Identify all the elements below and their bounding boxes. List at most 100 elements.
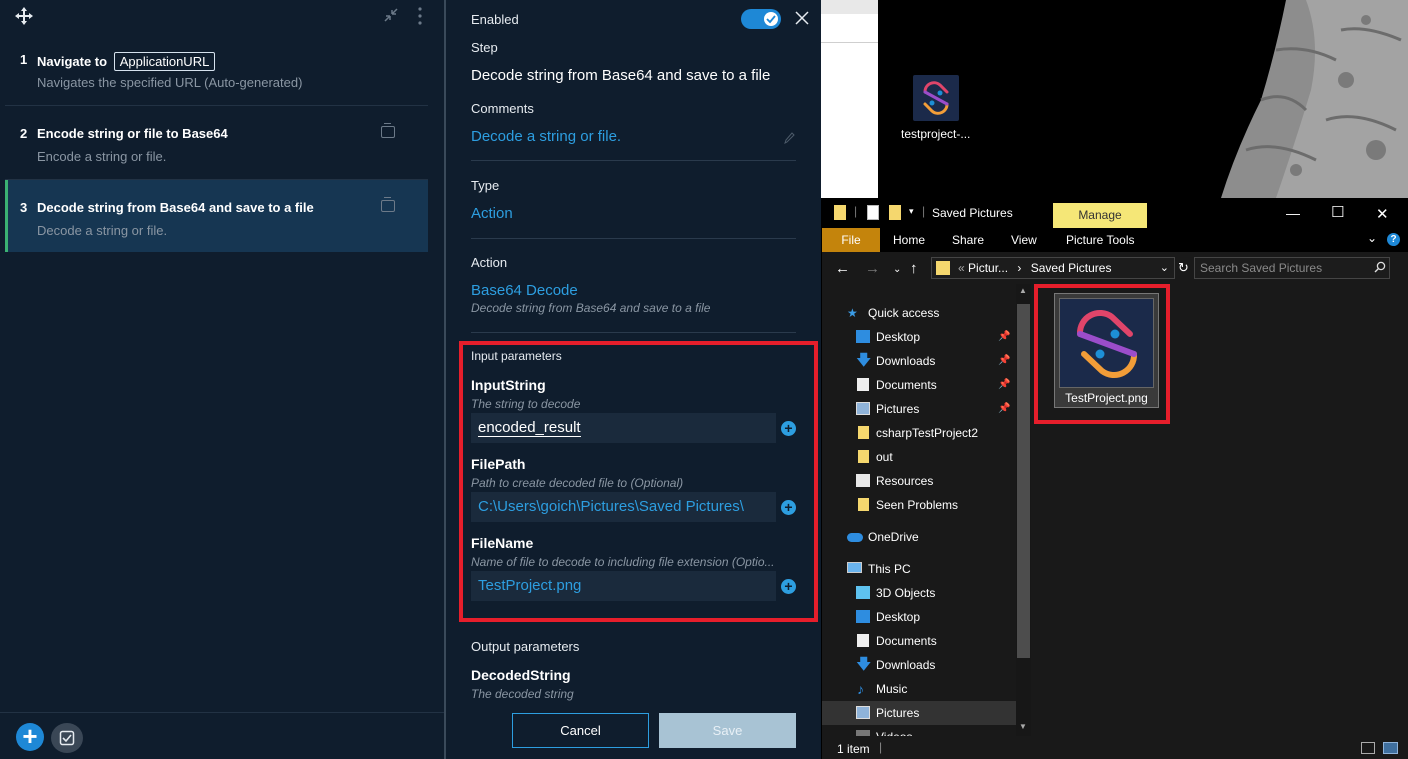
comments-value[interactable]: Decode a string or file. (471, 128, 621, 145)
navigation-pane: ★ Quick access Desktop 📌 🡇 Downloads 📌 D… (822, 284, 1016, 736)
nav-item-out[interactable]: out (822, 445, 1016, 469)
nav-item-music[interactable]: ♪ Music (822, 677, 1016, 701)
help-icon[interactable]: ? (1387, 233, 1400, 246)
document-icon (857, 378, 869, 391)
search-input[interactable]: Search Saved Pictures (1194, 257, 1390, 279)
folder-icon (936, 261, 950, 275)
nav-item-desktop-pc[interactable]: Desktop (822, 605, 1016, 629)
pictures-icon (856, 706, 870, 719)
nav-item-resources[interactable]: Resources (822, 469, 1016, 493)
scroll-down-icon[interactable]: ▼ (1019, 722, 1027, 731)
step-item-3[interactable]: 3 Decode string from Base64 and save to … (5, 180, 428, 252)
step-detail-panel: Enabled Step Decode string from Base64 a… (446, 0, 821, 759)
recent-locations-icon[interactable]: ⌄ (893, 264, 901, 275)
nav-item-this-pc[interactable]: This PC (822, 557, 1016, 581)
add-step-button[interactable]: + (16, 723, 44, 751)
step-item-2[interactable]: 2 Encode string or file to Base64 Encode… (5, 106, 428, 180)
pencil-icon[interactable] (783, 131, 795, 145)
address-bar[interactable]: « Pictur... › Saved Pictures ⌄ (931, 257, 1175, 279)
nav-item-desktop[interactable]: Desktop 📌 (822, 325, 1016, 349)
validate-button[interactable] (51, 723, 83, 753)
parameter-chip[interactable]: ApplicationURL (113, 52, 216, 71)
minimize-icon[interactable]: — (1286, 205, 1300, 221)
cancel-button[interactable]: Cancel (512, 713, 649, 748)
explorer-titlebar: | ▾ | Saved Pictures Manage — ☐ ✕ (822, 198, 1408, 228)
nav-item-downloads[interactable]: 🡇 Downloads 📌 (822, 349, 1016, 373)
maximize-icon[interactable]: ☐ (1331, 203, 1344, 221)
details-view-icon[interactable] (1361, 742, 1375, 754)
divider (0, 712, 444, 713)
move-icon[interactable] (14, 6, 34, 26)
step-number: 3 (20, 200, 28, 215)
divider (471, 160, 796, 161)
status-bar: 1 item | (822, 736, 1408, 759)
tab-view[interactable]: View (1011, 233, 1037, 247)
desktop-area: testproject-... | ▾ | Saved Pictures Man… (821, 0, 1408, 759)
nav-item-documents-pc[interactable]: Documents (822, 629, 1016, 653)
type-value[interactable]: Action (471, 205, 513, 222)
output-name: DecodedString (471, 667, 571, 683)
pictures-icon (856, 402, 870, 415)
download-icon: 🡇 (856, 656, 872, 673)
nav-item-onedrive[interactable]: OneDrive (822, 525, 1016, 549)
folder-icon (834, 205, 846, 220)
more-options-icon[interactable] (414, 6, 426, 26)
record-icon[interactable] (381, 197, 395, 212)
back-arrow-icon[interactable]: ← (835, 260, 850, 277)
step-description: Navigates the specified URL (Auto-genera… (37, 75, 303, 90)
large-icons-view-icon[interactable] (1383, 742, 1398, 754)
window-title: Saved Pictures (932, 206, 1013, 220)
divider (821, 42, 878, 43)
expand-ribbon-icon[interactable]: ⌄ (1367, 231, 1377, 245)
desktop-icon (856, 330, 870, 343)
pc-icon (847, 562, 862, 573)
scrollbar-thumb[interactable] (1017, 304, 1030, 658)
collapse-icon[interactable] (382, 6, 400, 24)
ribbon-tabs: File Home Share View Picture Tools ⌄ ? (822, 228, 1408, 252)
refresh-icon[interactable]: ↻ (1178, 260, 1189, 276)
pin-icon: 📌 (998, 331, 1011, 342)
folder-icon (858, 498, 869, 511)
step-item-1[interactable]: 1 Navigate to ApplicationURL Navigates t… (5, 32, 428, 106)
search-icon[interactable] (1374, 261, 1386, 273)
scroll-up-icon[interactable]: ▲ (1019, 286, 1027, 295)
type-label: Type (471, 178, 500, 193)
tab-picture-tools[interactable]: Picture Tools (1066, 233, 1134, 247)
tab-file[interactable]: File (822, 228, 880, 252)
file-item[interactable]: TestProject.png (1054, 293, 1159, 408)
tab-share[interactable]: Share (952, 233, 984, 247)
nav-scrollbar[interactable]: ▲ ▼ (1016, 284, 1031, 736)
desktop-icon-label: testproject-... (901, 127, 971, 141)
close-window-icon[interactable]: ✕ (1376, 205, 1389, 223)
testproject-desktop-icon[interactable] (913, 75, 959, 121)
nav-item-csharptestproject2[interactable]: csharpTestProject2 (822, 421, 1016, 445)
enabled-label: Enabled (471, 12, 519, 27)
close-icon[interactable] (794, 10, 810, 26)
save-button[interactable]: Save (659, 713, 796, 748)
step-title: Decode string from Base64 and save to a … (37, 200, 314, 215)
nav-item-pictures[interactable]: Pictures 📌 (822, 397, 1016, 421)
up-arrow-icon[interactable]: ↑ (910, 260, 918, 277)
nav-item-downloads-pc[interactable]: 🡇 Downloads (822, 653, 1016, 677)
address-dropdown-icon[interactable]: ⌄ (1160, 258, 1169, 278)
highlight-box (459, 341, 818, 622)
nav-item-3d-objects[interactable]: 3D Objects (822, 581, 1016, 605)
new-folder-icon[interactable] (889, 205, 901, 220)
nav-item-videos[interactable]: Videos (822, 725, 1016, 736)
nav-item-quick-access[interactable]: ★ Quick access (822, 301, 1016, 325)
forward-arrow-icon[interactable]: → (865, 260, 880, 277)
nav-item-pictures-pc[interactable]: Pictures (822, 701, 1016, 725)
manage-tab[interactable]: Manage (1053, 203, 1147, 228)
record-icon[interactable] (381, 123, 395, 138)
background-window[interactable] (821, 0, 878, 198)
nav-item-seen-problems[interactable]: Seen Problems (822, 493, 1016, 517)
enabled-toggle[interactable] (741, 9, 781, 29)
action-value[interactable]: Base64 Decode (471, 282, 578, 299)
properties-icon[interactable] (867, 205, 879, 220)
tab-home[interactable]: Home (893, 233, 925, 247)
customize-toolbar-icon[interactable]: ▾ (909, 206, 914, 217)
document-icon (857, 634, 869, 647)
step-description: Decode a string or file. (37, 223, 168, 238)
nav-item-documents[interactable]: Documents 📌 (822, 373, 1016, 397)
step-title: Encode string or file to Base64 (37, 126, 228, 141)
